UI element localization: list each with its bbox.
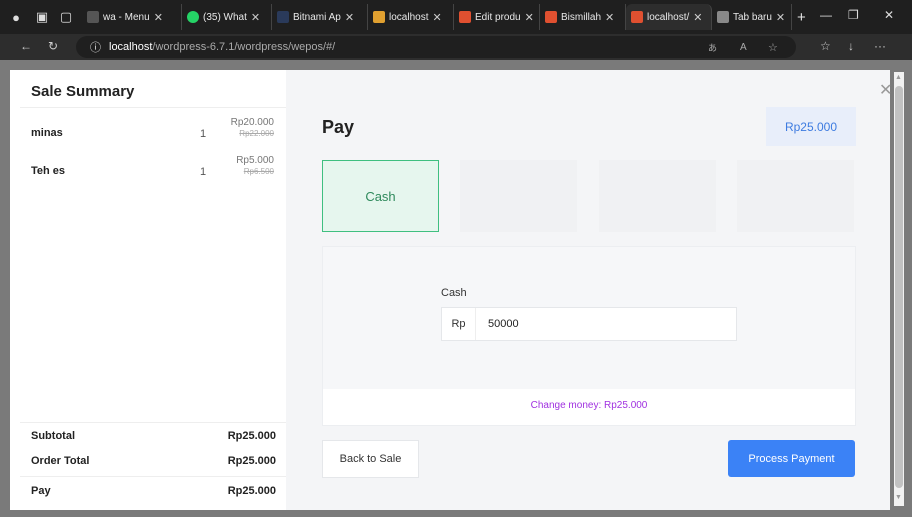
address-bar: ← ↻ ⓘ localhost/wordpress-6.7.1/wordpres… (0, 34, 912, 60)
tab-favicon (459, 11, 471, 23)
payment-method-2[interactable] (460, 160, 577, 232)
new-tab-button[interactable]: + (792, 4, 811, 30)
list-item: minas 1 Rp20.000 Rp22.000 (10, 117, 286, 153)
restore-icon[interactable]: ❐ (848, 8, 859, 22)
change-money-text: Change money: Rp25.000 (530, 400, 648, 411)
scrollbar-thumb[interactable] (895, 86, 903, 488)
tab-2[interactable]: Bitnami Ap ✕ (272, 4, 368, 30)
downloads-icon[interactable]: ↓ (848, 39, 854, 53)
tab-3[interactable]: localhost ✕ (368, 4, 454, 30)
process-payment-button[interactable]: Process Payment (728, 440, 855, 477)
cash-payment-box: Cash Rp 50000 Change money: Rp25.000 (322, 246, 856, 426)
favorite-star-icon[interactable]: ☆ (768, 41, 778, 54)
item-name: minas (31, 127, 63, 139)
tab-label: localhost (389, 11, 429, 23)
tab-strip: wa - Menu ✕ (35) What ✕ Bitnami Ap ✕ localh… (82, 4, 811, 30)
browser-tab-bar: ● ▣ ▢ wa - Menu ✕ (35) What ✕ Bitnami Ap ✕ … (0, 0, 912, 34)
tab-4[interactable]: Edit produ ✕ (454, 4, 540, 30)
tab-1[interactable]: (35) What ✕ (182, 4, 272, 30)
tab-favicon (87, 11, 99, 23)
tab-label: Edit produ (475, 11, 521, 23)
minimize-icon[interactable]: — (820, 8, 832, 22)
cash-amount-value[interactable]: 50000 (476, 318, 519, 330)
url-host: localhost (109, 41, 153, 53)
tab-actions-icon[interactable]: ▢ (58, 9, 74, 25)
list-item: Teh es 1 Rp5.000 Rp6.500 (10, 155, 286, 191)
read-aloud-icon[interactable]: A (740, 42, 747, 53)
url-field[interactable]: ⓘ localhost/wordpress-6.7.1/wordpress/we… (76, 36, 796, 58)
refresh-icon[interactable]: ↻ (48, 39, 58, 53)
back-arrow-icon[interactable]: ← (20, 39, 32, 53)
scroll-up-icon[interactable]: ▲ (895, 74, 902, 81)
tab-7[interactable]: Tab baru ✕ (712, 4, 792, 30)
profile-icon[interactable]: ● (8, 9, 24, 25)
url-path: /wordpress-6.7.1/wordpress/wepos/#/ (152, 41, 336, 53)
pay-total-badge: Rp25.000 (766, 107, 856, 146)
tab-favicon (373, 11, 385, 23)
pay-panel: Pay Rp25.000 Cash Cash Rp 50000 Change m… (286, 70, 890, 510)
close-icon[interactable]: ✕ (154, 11, 163, 24)
workspaces-icon[interactable]: ▣ (34, 9, 50, 25)
payment-method-cash[interactable]: Cash (322, 160, 439, 232)
pay-value: Rp25.000 (227, 485, 276, 497)
close-icon[interactable]: ✕ (432, 11, 441, 24)
tab-label: Tab baru (733, 11, 772, 23)
item-regular-price: Rp6.500 (243, 167, 274, 176)
info-icon[interactable]: ⓘ (90, 39, 101, 55)
payment-method-4[interactable] (737, 160, 854, 232)
pay-label: Pay (31, 485, 51, 497)
subtotal-value: Rp25.000 (227, 430, 276, 442)
tab-label: Bitnami Ap (293, 11, 341, 23)
item-name: Teh es (31, 165, 66, 177)
tab-5[interactable]: Bismillah ✕ (540, 4, 626, 30)
sale-summary-title: Sale Summary (31, 83, 135, 100)
favorites-icon[interactable]: ☆ (820, 39, 831, 53)
pay-title: Pay (322, 117, 355, 137)
more-menu-icon[interactable]: ··· (874, 39, 886, 53)
tab-favicon (631, 11, 643, 23)
subtotal-label: Subtotal (31, 430, 75, 442)
scroll-down-icon[interactable]: ▼ (895, 494, 902, 501)
modal-close-icon[interactable]: ✕ (879, 80, 892, 100)
order-total-value: Rp25.000 (227, 455, 276, 467)
cash-amount-input[interactable]: Rp 50000 (441, 307, 737, 341)
currency-prefix: Rp (442, 308, 476, 340)
back-to-sale-button[interactable]: Back to Sale (322, 440, 419, 478)
payment-modal: Sale Summary minas 1 Rp20.000 Rp22.000 Te… (10, 70, 890, 510)
item-sale-price: Rp20.000 (230, 117, 274, 128)
payment-method-3[interactable] (599, 160, 716, 232)
item-regular-price: Rp22.000 (239, 129, 274, 138)
item-price: Rp5.000 Rp6.500 (236, 155, 274, 176)
close-icon[interactable]: ✕ (776, 11, 785, 24)
translate-icon[interactable]: あ (708, 41, 717, 54)
item-price: Rp20.000 Rp22.000 (231, 117, 274, 138)
tab-label: wa - Menu (103, 11, 150, 23)
item-qty: 1 (200, 128, 207, 140)
divider (20, 422, 286, 423)
close-icon[interactable]: ✕ (525, 11, 534, 24)
divider (20, 107, 286, 108)
whatsapp-icon (187, 11, 199, 23)
sale-summary-panel: Sale Summary minas 1 Rp20.000 Rp22.000 Te… (10, 70, 286, 510)
tab-label: localhost/ (647, 11, 690, 23)
close-icon[interactable]: ✕ (693, 11, 702, 24)
tab-favicon (717, 11, 729, 23)
order-total-label: Order Total (31, 455, 90, 467)
tab-favicon (277, 11, 289, 23)
cash-label: Cash (441, 287, 467, 299)
close-icon[interactable]: ✕ (605, 11, 614, 24)
tab-label: Bismillah (561, 11, 602, 23)
item-sale-price: Rp5.000 (236, 155, 274, 166)
tab-6-active[interactable]: localhost/✕ (626, 4, 712, 30)
window-close-icon[interactable]: ✕ (884, 8, 894, 22)
tab-favicon (545, 11, 557, 23)
scrollbar[interactable]: ▲ ▼ (894, 72, 904, 506)
cash-input-area: Cash Rp 50000 (323, 247, 855, 389)
close-icon[interactable]: ✕ (345, 11, 354, 24)
divider (20, 476, 286, 477)
tab-label: (35) What (203, 11, 247, 23)
tab-0[interactable]: wa - Menu ✕ (82, 4, 182, 30)
close-icon[interactable]: ✕ (251, 11, 260, 24)
item-qty: 1 (200, 166, 207, 178)
